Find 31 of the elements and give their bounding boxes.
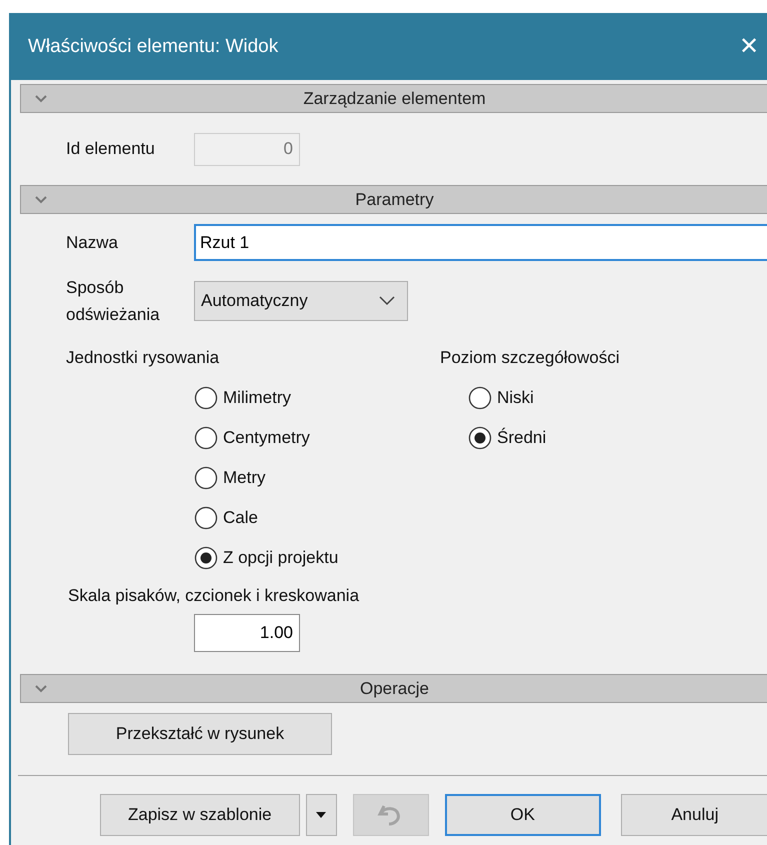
cancel-button[interactable]: Anuluj xyxy=(620,794,767,836)
convert-button[interactable]: Przekształć w rysunek xyxy=(68,713,332,755)
radio-option[interactable]: Z opcji projektu xyxy=(194,538,440,578)
field-label: Sposób odświeżania xyxy=(65,277,161,326)
caret-icon xyxy=(316,812,326,818)
name-field[interactable]: Rzut 1 xyxy=(194,224,767,261)
group-label: Jednostki rysowania xyxy=(66,348,220,368)
section-header[interactable]: Parametry xyxy=(20,185,767,214)
section-header[interactable]: Zarządzanie elementem xyxy=(20,84,767,113)
save-template-button[interactable]: Zapisz w szablonie xyxy=(100,794,300,836)
field-label: Nazwa xyxy=(65,232,119,252)
window-title: Właściwości elementu: Widok xyxy=(27,36,278,58)
dropdown-button[interactable] xyxy=(306,794,338,836)
radio-option[interactable]: Metry xyxy=(194,458,440,498)
section-title: Operacje xyxy=(359,678,430,698)
close-button[interactable]: ✕ xyxy=(729,32,767,61)
ok-button[interactable]: OK xyxy=(444,794,601,836)
field-label: Id elementu xyxy=(65,139,156,159)
radio-option[interactable]: Milimetry xyxy=(194,378,440,418)
section-header[interactable]: Operacje xyxy=(20,674,767,703)
field-label: Skala pisaków, czcionek i kreskowania xyxy=(67,586,360,606)
section-title: Zarządzanie elementem xyxy=(302,88,487,108)
radio-option[interactable]: Cale xyxy=(194,498,440,538)
radio-option[interactable]: Średni xyxy=(468,418,620,458)
radio-option[interactable]: Centymetry xyxy=(194,418,440,458)
chevron-down-icon xyxy=(379,296,395,306)
radio-option[interactable]: Niski xyxy=(468,378,620,418)
group-label: Poziom szczegółowości xyxy=(440,348,620,368)
scale-field[interactable]: 1.00 xyxy=(194,614,300,652)
section-title: Parametry xyxy=(354,190,435,210)
refresh-dropdown[interactable]: Automatyczny xyxy=(194,281,408,321)
